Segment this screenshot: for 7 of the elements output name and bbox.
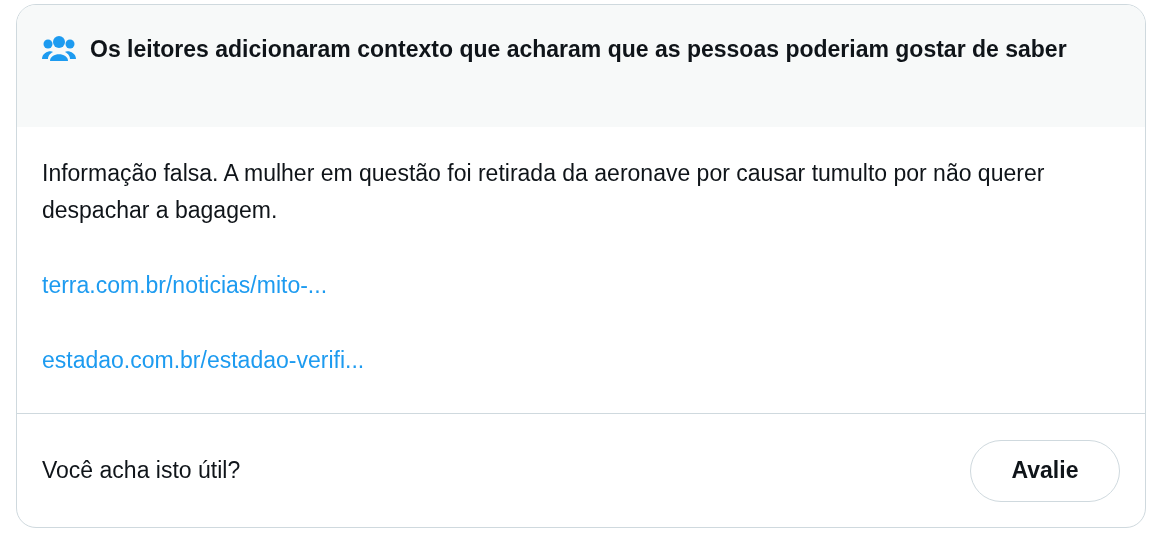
people-icon [42, 35, 76, 63]
source-link[interactable]: estadao.com.br/estadao-verifi... [42, 342, 365, 379]
helpful-question: Você acha isto útil? [42, 456, 241, 486]
source-link[interactable]: terra.com.br/noticias/mito-... [42, 267, 328, 304]
rate-button[interactable]: Avalie [970, 439, 1120, 502]
note-text: Informação falsa. A mulher em questão foi retirada da aeronave por causar tumulto por não querer despachar a bagagem. [42, 159, 1046, 225]
header-title: Os leitores adicionaram contexto que acharam que as pessoas poderiam gostar de saber [90, 35, 1067, 64]
